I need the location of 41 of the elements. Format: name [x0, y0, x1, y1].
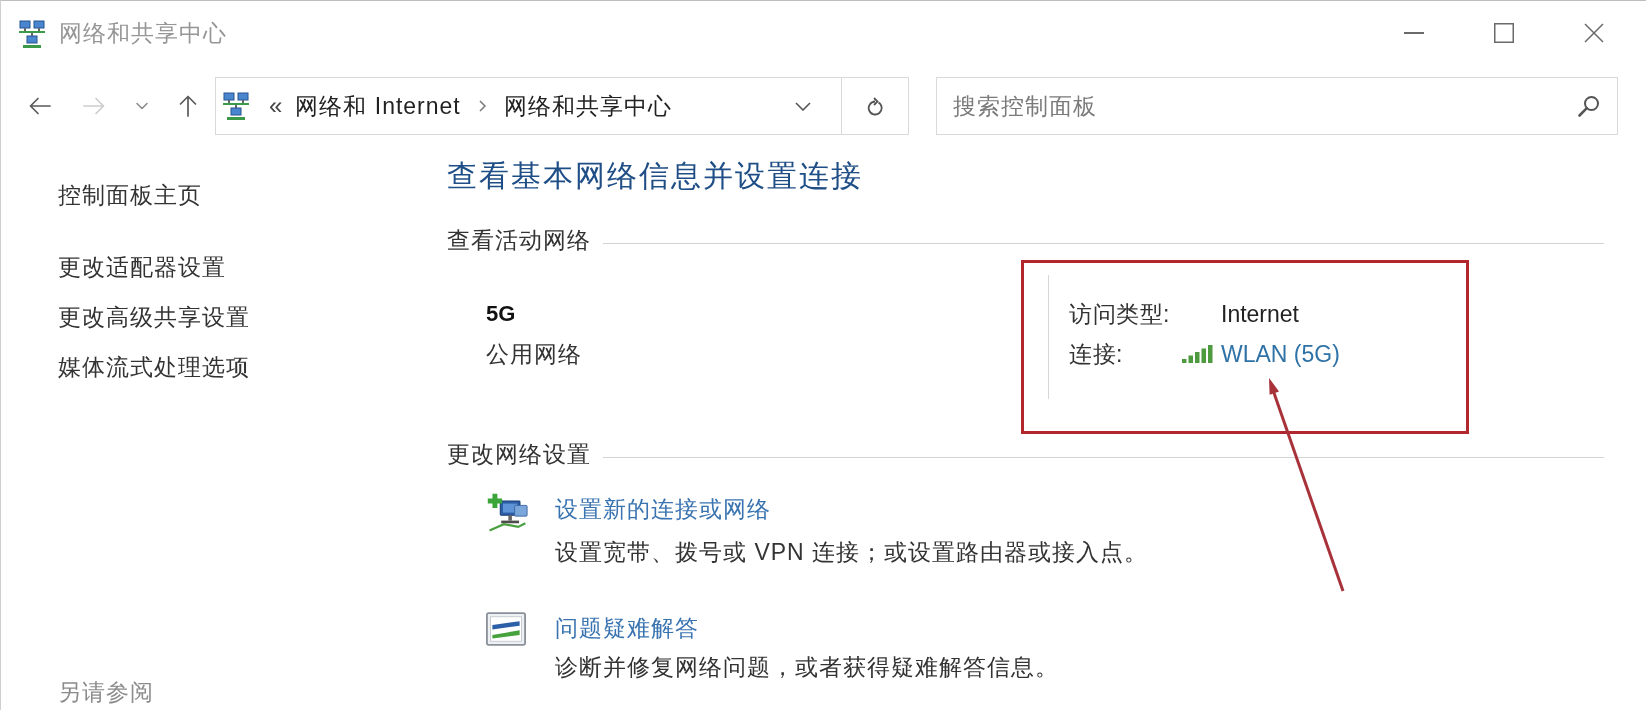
task-link[interactable]: 设置新的连接或网络	[555, 494, 771, 524]
section-heading: 查看活动网络	[447, 226, 591, 254]
task-link[interactable]: 问题疑难解答	[555, 613, 699, 643]
network-name: 5G	[486, 300, 516, 328]
breadcrumb-item[interactable]: 网络和共享中心	[503, 90, 672, 122]
chevron-right-icon	[478, 100, 486, 112]
breadcrumb-item[interactable]: 网络和 Internet	[295, 90, 461, 122]
troubleshoot-icon	[486, 611, 526, 647]
network-icon	[223, 92, 249, 120]
network-category: 公用网络	[486, 340, 582, 369]
page-title: 查看基本网络信息并设置连接	[447, 158, 863, 194]
new-connection-icon	[486, 492, 528, 534]
property-label: 连接:	[1069, 340, 1124, 369]
task-description: 设置宽带、拨号或 VPN 连接；或设置路由器或接入点。	[555, 538, 1149, 567]
sidebar-link[interactable]: 媒体流式处理选项	[58, 352, 250, 382]
see-also-heading: 另请参阅	[58, 678, 154, 707]
window-title: 网络和共享中心	[59, 19, 227, 48]
chevron-down-icon	[795, 101, 811, 111]
connection-link[interactable]: WLAN (5G)	[1221, 339, 1340, 369]
left-arrow-icon	[29, 97, 51, 115]
search-field[interactable]: 搜索控制面板	[936, 77, 1618, 135]
maximize-icon	[1494, 23, 1514, 43]
sidebar-link[interactable]: 更改适配器设置	[58, 252, 226, 282]
section-heading: 更改网络设置	[447, 440, 591, 468]
sidebar-link[interactable]: 更改高级共享设置	[58, 302, 250, 332]
address-bar[interactable]: « 网络和 Internet 网络和共享中心	[215, 77, 842, 135]
chevron-down-icon	[136, 102, 148, 110]
close-icon	[1584, 23, 1604, 43]
property-label: 访问类型:	[1069, 300, 1171, 329]
task-description: 诊断并修复网络问题，或者获得疑难解答信息。	[555, 653, 1059, 682]
up-arrow-icon	[179, 95, 197, 117]
minimize-icon	[1404, 32, 1424, 34]
refresh-icon	[866, 96, 884, 116]
refresh-button[interactable]	[842, 77, 909, 135]
property-value: Internet	[1221, 300, 1300, 329]
breadcrumb-overflow-button[interactable]: «	[269, 92, 284, 120]
sidebar-link[interactable]: 控制面板主页	[58, 180, 202, 210]
signal-bars-icon	[1182, 345, 1214, 363]
right-arrow-icon	[83, 97, 105, 115]
search-icon	[1578, 95, 1600, 117]
network-icon	[19, 19, 45, 48]
